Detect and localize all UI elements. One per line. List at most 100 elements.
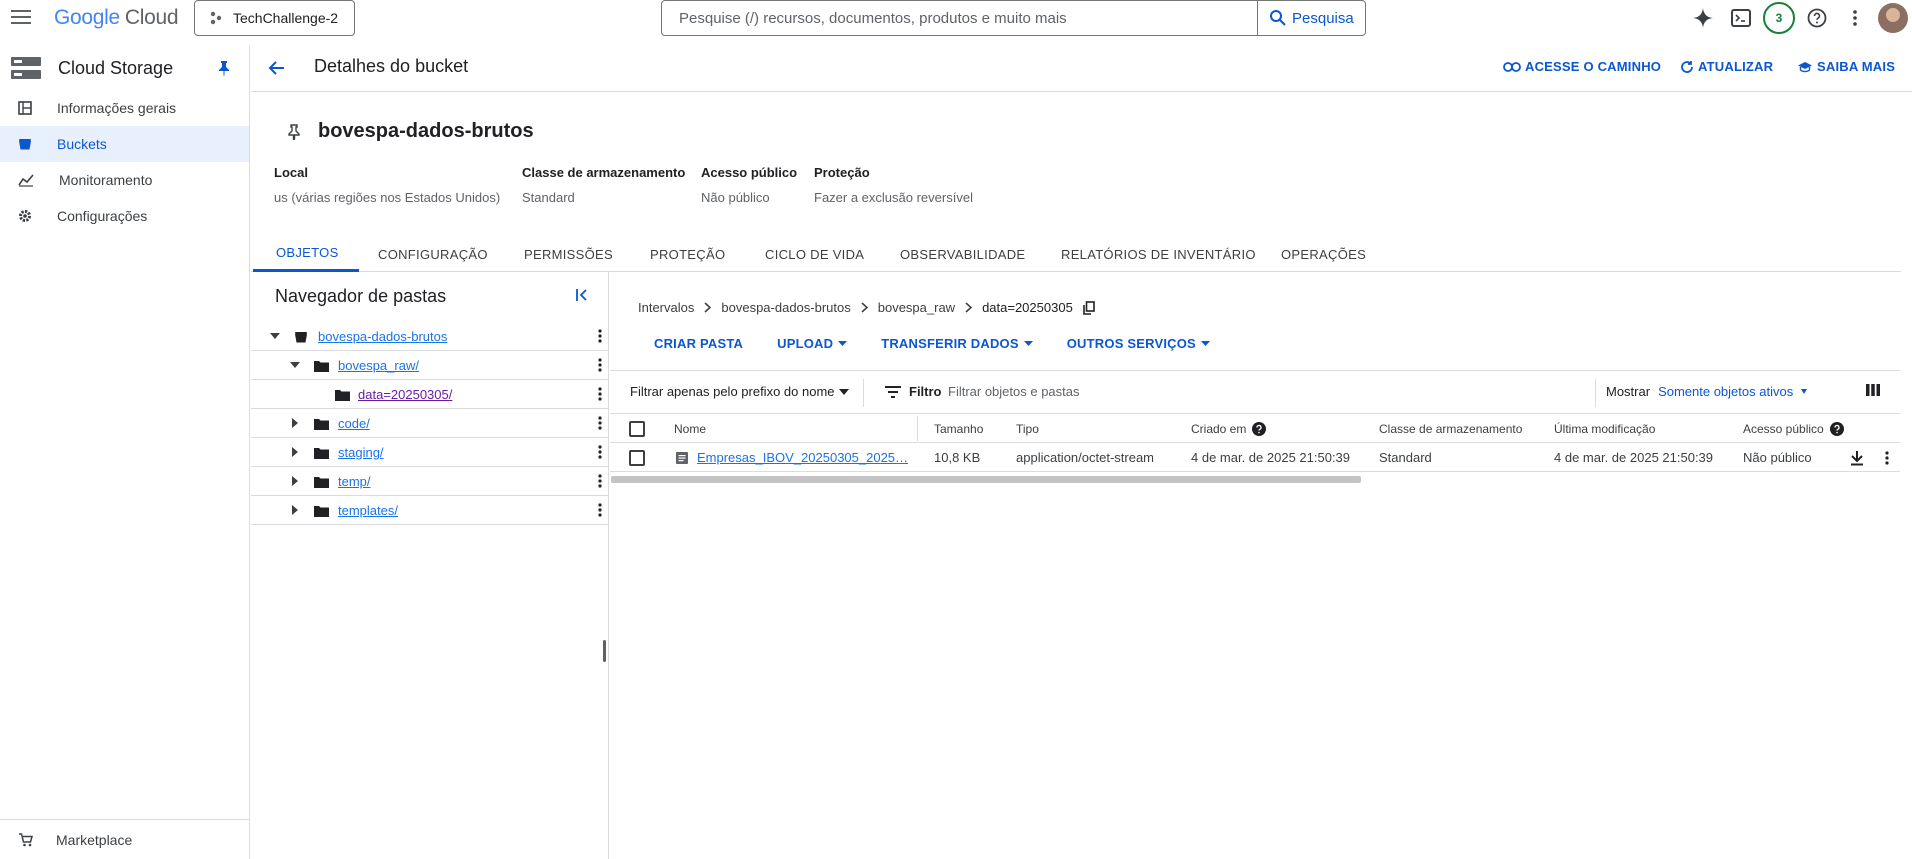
upload-button[interactable]: UPLOAD xyxy=(777,336,848,351)
pin-outline-icon[interactable] xyxy=(288,123,300,140)
row-kebab-menu-icon[interactable] xyxy=(1885,443,1889,472)
column-header-type[interactable]: Tipo xyxy=(1016,414,1039,443)
tree-label[interactable]: templates/ xyxy=(338,503,398,518)
column-header-name[interactable]: Nome xyxy=(674,414,706,443)
tree-row-code[interactable]: code/ xyxy=(251,409,608,438)
tab-permissions[interactable]: PERMISSÕES xyxy=(524,236,613,272)
tree-label[interactable]: temp/ xyxy=(338,474,371,489)
filter-input[interactable]: Filtrar objetos e pastas xyxy=(948,384,1080,399)
tree-label[interactable]: bovespa-dados-brutos xyxy=(318,329,447,344)
help-icon[interactable] xyxy=(1798,0,1836,36)
filter-icon xyxy=(885,385,901,398)
download-icon[interactable] xyxy=(1850,443,1864,472)
tree-label[interactable]: code/ xyxy=(338,416,370,431)
tab-lifecycle[interactable]: CICLO DE VIDA xyxy=(765,236,864,272)
column-header-size[interactable]: Tamanho xyxy=(934,414,983,443)
tab-observability[interactable]: OBSERVABILIDADE xyxy=(900,236,1025,272)
transfer-data-button[interactable]: TRANSFERIR DADOS xyxy=(881,336,1033,351)
prefix-filter-dropdown[interactable]: Filtrar apenas pelo prefixo do nome xyxy=(630,384,849,399)
breadcrumb-intervals[interactable]: Intervalos xyxy=(638,300,694,315)
tab-inventory-reports[interactable]: RELATÓRIOS DE INVENTÁRIO xyxy=(1061,236,1256,272)
column-header-public-access[interactable]: Acesso público xyxy=(1743,414,1844,443)
tree-label[interactable]: bovespa_raw/ xyxy=(338,358,419,373)
sidebar-item-settings[interactable]: Configurações xyxy=(0,198,249,234)
learn-more-label: SAIBA MAIS xyxy=(1817,59,1896,74)
kebab-menu-icon[interactable] xyxy=(598,503,602,517)
object-name-link[interactable]: Empresas_IBOV_20250305_2025… xyxy=(697,450,908,465)
folder-browser: Navegador de pastas bovespa-dados-brutos… xyxy=(251,272,609,859)
help-icon[interactable] xyxy=(1829,421,1844,436)
panel-resize-handle[interactable] xyxy=(603,640,606,662)
gemini-icon[interactable] xyxy=(1684,0,1722,36)
other-services-button[interactable]: OUTROS SERVIÇOS xyxy=(1067,336,1210,351)
search-bar[interactable]: Pesquise (/) recursos, documentos, produ… xyxy=(661,0,1366,36)
refresh-button[interactable]: ATUALIZAR xyxy=(1680,59,1773,74)
filter-button[interactable]: Filtro xyxy=(885,384,942,399)
checkbox[interactable] xyxy=(629,420,645,437)
learn-more-button[interactable]: SAIBA MAIS xyxy=(1797,59,1895,74)
notifications-badge[interactable]: 3 xyxy=(1760,0,1798,36)
caret-down-icon[interactable] xyxy=(268,329,282,343)
back-arrow-icon[interactable] xyxy=(267,58,287,78)
caret-down-icon[interactable] xyxy=(288,358,302,372)
column-header-modified[interactable]: Última modificação xyxy=(1554,414,1655,443)
tree-row-bovespa-raw[interactable]: bovespa_raw/ xyxy=(251,351,608,380)
sidebar-item-label: Informações gerais xyxy=(57,100,177,116)
kebab-menu-icon[interactable] xyxy=(598,387,602,401)
help-icon[interactable] xyxy=(1252,421,1267,436)
kebab-menu-icon[interactable] xyxy=(598,358,602,372)
show-dropdown[interactable]: Somente objetos ativos xyxy=(1658,384,1811,399)
collapse-panel-icon[interactable] xyxy=(575,288,591,302)
tab-operations[interactable]: OPERAÇÕES xyxy=(1281,236,1366,272)
filter-label: Filtro xyxy=(909,384,942,399)
more-options-icon[interactable] xyxy=(1836,0,1874,36)
project-picker[interactable]: TechChallenge-2 xyxy=(194,0,355,36)
tree-label[interactable]: data=20250305/ xyxy=(358,387,452,402)
caret-right-icon[interactable] xyxy=(288,503,302,517)
tree-row-data-20250305[interactable]: data=20250305/ xyxy=(251,380,608,409)
tab-protection[interactable]: PROTEÇÃO xyxy=(650,236,725,272)
tree-row-bucket[interactable]: bovespa-dados-brutos xyxy=(251,322,608,351)
kebab-menu-icon[interactable] xyxy=(598,445,602,459)
search-button[interactable]: Pesquisa xyxy=(1257,1,1365,35)
sidebar-item-buckets[interactable]: Buckets xyxy=(0,126,249,162)
pin-icon[interactable] xyxy=(218,60,230,76)
create-folder-button[interactable]: CRIAR PASTA xyxy=(654,336,743,351)
tab-objects[interactable]: OBJETOS xyxy=(253,236,359,272)
copy-icon[interactable] xyxy=(1082,300,1095,315)
tree-row-temp[interactable]: temp/ xyxy=(251,467,608,496)
google-cloud-logo[interactable]: Google Cloud xyxy=(54,6,179,30)
sidebar-item-overview[interactable]: Informações gerais xyxy=(0,90,249,126)
cloud-shell-icon[interactable] xyxy=(1722,0,1760,36)
tree-row-templates[interactable]: templates/ xyxy=(251,496,608,525)
account-avatar[interactable] xyxy=(1874,0,1912,36)
tree-label[interactable]: staging/ xyxy=(338,445,384,460)
table-row[interactable]: Empresas_IBOV_20250305_2025… 10,8 KB app… xyxy=(610,443,1900,472)
caret-right-icon[interactable] xyxy=(288,445,302,459)
kebab-menu-icon[interactable] xyxy=(598,329,602,343)
breadcrumb-folder[interactable]: bovespa_raw xyxy=(878,300,955,315)
tab-configuration[interactable]: CONFIGURAÇÃO xyxy=(378,236,488,272)
sidebar-item-marketplace[interactable]: Marketplace xyxy=(0,819,249,859)
checkbox[interactable] xyxy=(629,449,645,466)
menu-icon[interactable] xyxy=(10,7,34,29)
horizontal-scrollbar[interactable] xyxy=(611,476,1361,483)
kebab-menu-icon[interactable] xyxy=(598,416,602,430)
column-display-icon[interactable] xyxy=(1866,383,1880,397)
column-header-storage-class[interactable]: Classe de armazenamento xyxy=(1379,414,1522,443)
column-header-created[interactable]: Criado em xyxy=(1191,414,1267,443)
sidebar-item-monitoring[interactable]: Monitoramento xyxy=(0,162,249,198)
caret-right-icon[interactable] xyxy=(288,416,302,430)
project-name: TechChallenge-2 xyxy=(233,10,339,26)
cart-icon xyxy=(19,832,33,846)
row-checkbox[interactable] xyxy=(629,443,645,472)
breadcrumb-bucket[interactable]: bovespa-dados-brutos xyxy=(721,300,850,315)
access-path-button[interactable]: ACESSE O CAMINHO xyxy=(1503,59,1661,74)
avatar xyxy=(1878,3,1908,33)
object-actions: CRIAR PASTA UPLOAD TRANSFERIR DADOS OUTR… xyxy=(654,336,1210,351)
select-all-checkbox[interactable] xyxy=(629,414,645,443)
tree-row-staging[interactable]: staging/ xyxy=(251,438,608,467)
caret-right-icon[interactable] xyxy=(288,474,302,488)
search-input[interactable]: Pesquise (/) recursos, documentos, produ… xyxy=(662,10,1257,27)
kebab-menu-icon[interactable] xyxy=(598,474,602,488)
